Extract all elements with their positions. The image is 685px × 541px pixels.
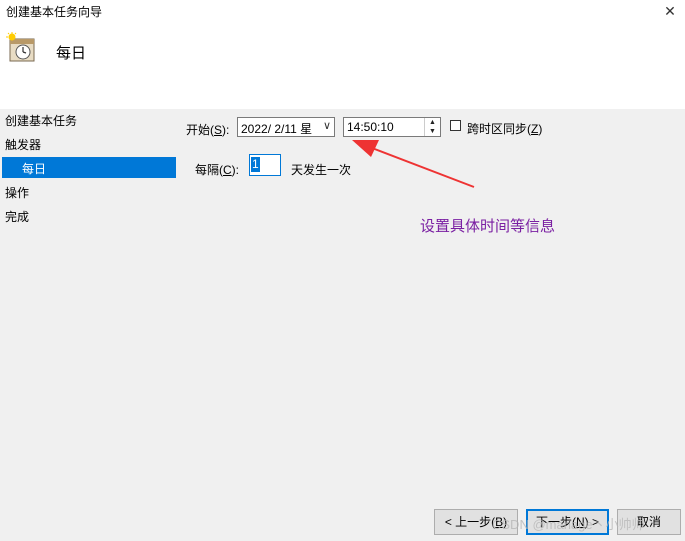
recur-interval-value: 1 [251, 157, 260, 172]
title-bar: 创建基本任务向导 ✕ [0, 0, 685, 22]
recur-label: 每隔(C): [195, 163, 240, 177]
window-title: 创建基本任务向导 [6, 5, 103, 19]
start-date-value: 2022/ 2/11 星 [241, 122, 313, 136]
spin-down-icon[interactable]: ▼ [425, 127, 440, 136]
wizard-content: 创建基本任务 触发器 每日 操作 完成 开始(S): 2022/ 2/11 星 … [0, 109, 685, 541]
start-time-value: 14:50:10 [347, 120, 394, 134]
clock-calendar-icon [6, 32, 35, 62]
wizard-steps: 创建基本任务 触发器 每日 操作 完成 [0, 109, 178, 541]
time-spinner[interactable]: ▲ ▼ [424, 118, 440, 136]
step-daily-label: 每日 [22, 162, 47, 176]
step-daily[interactable]: 每日 [2, 157, 176, 178]
step-action[interactable]: 操作 [5, 184, 29, 201]
step-trigger[interactable]: 触发器 [5, 136, 41, 153]
watermark-text: CSDN @manage丶小帅帅 [492, 517, 645, 532]
step-finish[interactable]: 完成 [5, 208, 29, 225]
page-title: 每日 [56, 45, 87, 62]
sync-timezone-checkbox[interactable] [450, 120, 461, 131]
wizard-header: 每日 [0, 22, 685, 109]
step-create-basic-task[interactable]: 创建基本任务 [5, 112, 77, 129]
recur-interval-input[interactable]: 1 [249, 154, 281, 176]
chevron-down-icon[interactable]: ∨ [323, 119, 331, 132]
start-date-picker[interactable]: 2022/ 2/11 星 ∨ [237, 117, 335, 137]
start-label: 开始(S): [186, 123, 230, 137]
annotation-text: 设置具体时间等信息 [420, 218, 556, 235]
sync-timezone-label[interactable]: 跨时区同步(Z) [467, 120, 542, 137]
start-time-picker[interactable]: 14:50:10 ▲ ▼ [343, 117, 441, 137]
recur-unit-label: 天发生一次 [291, 163, 352, 177]
spin-up-icon[interactable]: ▲ [425, 118, 440, 127]
close-icon[interactable]: ✕ [655, 0, 685, 22]
